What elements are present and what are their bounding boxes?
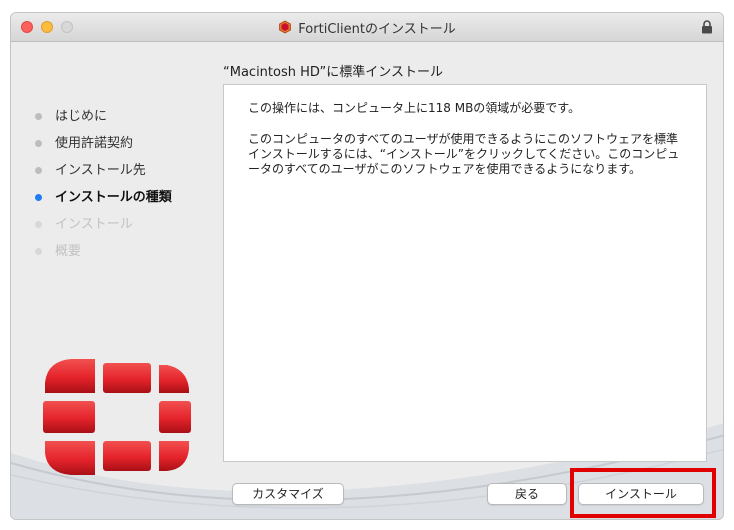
step-dot-icon bbox=[35, 113, 42, 120]
step-dot-icon bbox=[35, 248, 42, 255]
step-introduction: はじめに bbox=[31, 107, 216, 134]
installer-window: FortiClientのインストール “Macintosh HD”に標準インスト… bbox=[10, 12, 724, 520]
step-label: 使用許諾契約 bbox=[55, 136, 134, 151]
step-label: インストール先 bbox=[55, 163, 146, 178]
step-installation: インストール bbox=[31, 215, 216, 242]
window-title: FortiClientのインストール bbox=[298, 21, 456, 37]
step-installation-type: インストールの種類 bbox=[31, 188, 216, 215]
install-subtitle: “Macintosh HD”に標準インストール bbox=[223, 65, 444, 80]
step-label: はじめに bbox=[55, 109, 108, 124]
step-dot-icon bbox=[35, 167, 42, 174]
window-title-group: FortiClientのインストール bbox=[11, 13, 723, 41]
title-bar: FortiClientのインストール bbox=[11, 13, 723, 42]
step-dot-icon bbox=[35, 221, 42, 228]
fortinet-logo bbox=[43, 359, 191, 475]
steps-sidebar: はじめに 使用許諾契約 インストール先 インストールの種類 インストール 概要 bbox=[31, 107, 216, 269]
step-label: 概要 bbox=[55, 244, 82, 259]
step-summary: 概要 bbox=[31, 242, 216, 269]
content-panel: この操作には、コンピュータ上に118 MBの領域が必要です。 このコンピュータの… bbox=[223, 84, 707, 462]
customize-button[interactable]: カスタマイズ bbox=[232, 483, 344, 505]
back-button[interactable]: 戻る bbox=[487, 483, 567, 505]
install-description-text: このコンピュータのすべてのユーザが使用できるようにこのソフトウェアを標準インスト… bbox=[248, 132, 680, 176]
step-label: インストールの種類 bbox=[55, 190, 172, 205]
space-requirement-text: この操作には、コンピュータ上に118 MBの領域が必要です。 bbox=[248, 101, 581, 115]
step-destination: インストール先 bbox=[31, 161, 216, 188]
step-label: インストール bbox=[55, 217, 133, 232]
lock-icon bbox=[702, 20, 712, 34]
forticlient-app-icon bbox=[279, 20, 292, 34]
install-button-highlight bbox=[570, 468, 716, 518]
step-dot-icon bbox=[35, 140, 42, 147]
step-license: 使用許諾契約 bbox=[31, 134, 216, 161]
step-dot-icon bbox=[35, 194, 42, 201]
